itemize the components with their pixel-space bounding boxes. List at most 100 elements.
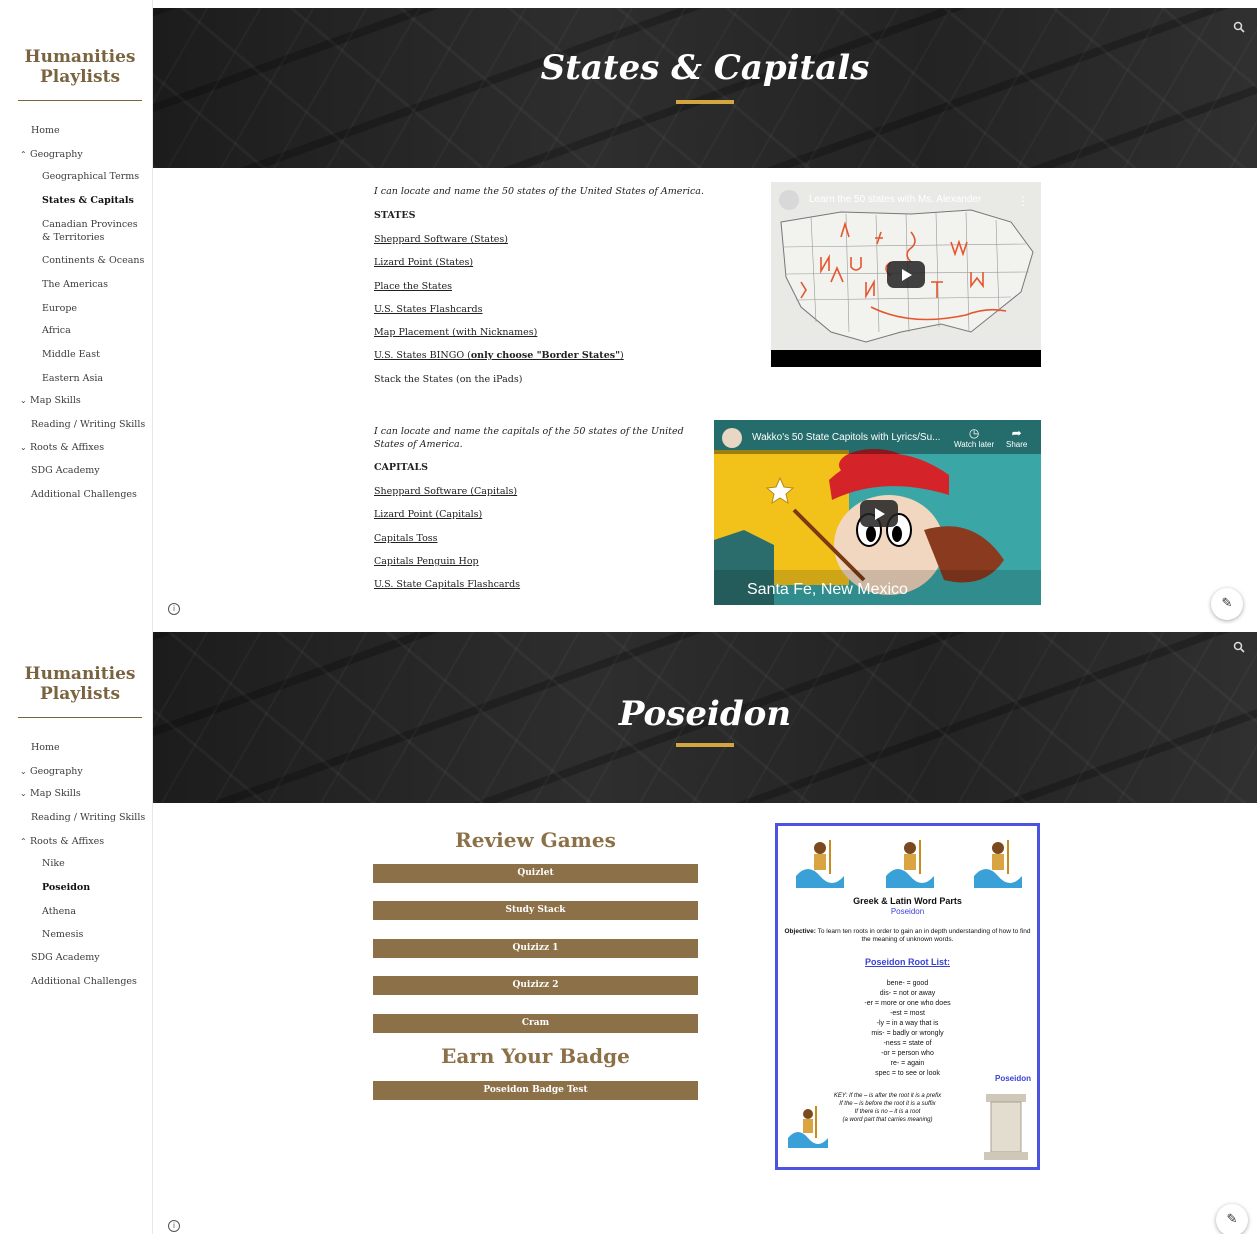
page-header-banner: States & Capitals xyxy=(153,8,1257,168)
capitals-heading: CAPITALS xyxy=(374,462,428,473)
chevron-up-icon[interactable]: ⌃ xyxy=(20,835,30,848)
nav-states-capitals[interactable]: States & Capitals xyxy=(42,194,147,207)
review-games-heading: Review Games xyxy=(455,828,616,852)
poseidon-root-list-poster: Greek & Latin Word Parts Poseidon Object… xyxy=(775,823,1040,1170)
info-icon[interactable]: i xyxy=(168,603,180,615)
quizizz-1-button[interactable]: Quizizz 1 xyxy=(373,939,698,958)
nav-poseidon[interactable]: Poseidon xyxy=(42,881,147,894)
nav-sdg-academy[interactable]: SDG Academy xyxy=(31,464,100,477)
link-states-flashcards[interactable]: U.S. States Flashcards xyxy=(374,304,482,315)
search-icon[interactable] xyxy=(1233,638,1249,654)
clock-icon: ◷ xyxy=(968,426,980,440)
share-icon: ➦ xyxy=(1011,426,1022,440)
chevron-up-icon[interactable]: ⌃ xyxy=(20,148,30,161)
poseidon-badge-test-button[interactable]: Poseidon Badge Test xyxy=(373,1081,698,1100)
page-title: States & Capitals xyxy=(540,48,870,88)
pencil-icon: ✎ xyxy=(1226,1212,1238,1227)
nav-home[interactable]: Home xyxy=(31,124,60,137)
channel-avatar[interactable] xyxy=(779,190,799,210)
study-stack-button[interactable]: Study Stack xyxy=(373,901,698,920)
page-title: Poseidon xyxy=(618,694,792,734)
poster-objective: Objective: To learn ten roots in order t… xyxy=(784,928,1031,943)
nav-geography[interactable]: ⌃ Geography xyxy=(20,148,83,161)
share-button[interactable]: ➦ Share xyxy=(1006,426,1027,449)
poster-subtitle: Poseidon xyxy=(890,907,925,916)
nav-athena[interactable]: Athena xyxy=(42,905,147,918)
nav-geography[interactable]: ⌄ Geography xyxy=(20,765,83,778)
poster-root-list-title: Poseidon Root List: xyxy=(865,957,950,967)
poster-root-list: bene- = good dis- = not or away -er = mo… xyxy=(864,980,951,1077)
nav-canadian-provinces[interactable]: Canadian Provinces & Territories xyxy=(42,218,147,244)
site-title[interactable]: Humanities Playlists xyxy=(18,47,142,87)
sidebar: Humanities Playlists Home ⌄ Geography ⌄ Ma… xyxy=(0,624,153,1234)
link-sheppard-capitals[interactable]: Sheppard Software (Capitals) xyxy=(374,486,517,497)
chevron-down-icon[interactable]: ⌄ xyxy=(20,787,30,800)
link-lizard-point-capitals[interactable]: Lizard Point (Capitals) xyxy=(374,509,482,520)
nav-geographical-terms[interactable]: Geographical Terms xyxy=(42,170,147,183)
earn-badge-heading: Earn Your Badge xyxy=(441,1044,630,1068)
nav-map-skills[interactable]: ⌄ Map Skills xyxy=(20,394,81,407)
chevron-down-icon[interactable]: ⌄ xyxy=(20,765,30,778)
nav-nike[interactable]: Nike xyxy=(42,857,147,870)
poster-key: KEY: If the – is after the root it is a … xyxy=(833,1093,942,1123)
sidebar: Humanities Playlists Home ⌃ Geography Geo… xyxy=(0,0,153,624)
edit-button[interactable]: ✎ xyxy=(1216,1204,1248,1234)
capitals-intro: I can locate and name the capitals of th… xyxy=(374,426,684,450)
nav-eastern-asia[interactable]: Eastern Asia xyxy=(42,372,147,385)
site-title-divider xyxy=(18,717,142,718)
link-capitals-toss[interactable]: Capitals Toss xyxy=(374,533,438,544)
page-header-banner: Poseidon xyxy=(153,632,1257,803)
quizizz-2-button[interactable]: Quizizz 2 xyxy=(373,976,698,995)
channel-avatar[interactable] xyxy=(722,428,742,448)
screen-poseidon: Humanities Playlists Home ⌄ Geography ⌄ Ma… xyxy=(0,624,1257,1234)
link-capitals-flashcards[interactable]: U.S. State Capitals Flashcards xyxy=(374,579,520,590)
more-icon[interactable]: ⋮ xyxy=(1017,194,1029,208)
info-icon[interactable]: i xyxy=(168,1220,180,1232)
link-map-placement[interactable]: Map Placement (with Nicknames) xyxy=(374,327,537,338)
nav-the-americas[interactable]: The Americas xyxy=(42,278,147,291)
video-wakko-capitols[interactable]: Wakko's 50 State Capitols with Lyrics/Su… xyxy=(714,420,1041,605)
nav-map-skills[interactable]: ⌄ Map Skills xyxy=(20,787,81,800)
stack-the-states-text: Stack the States (on the iPads) xyxy=(374,374,523,385)
play-icon[interactable] xyxy=(887,261,925,288)
video-title[interactable]: Wakko's 50 State Capitols with Lyrics/Su… xyxy=(752,432,940,443)
poster-title: Greek & Latin Word Parts xyxy=(853,896,962,906)
cram-button[interactable]: Cram xyxy=(373,1014,698,1033)
nav-africa[interactable]: Africa xyxy=(42,324,147,337)
nav-additional-challenges[interactable]: Additional Challenges xyxy=(31,975,137,988)
link-lizard-point-states[interactable]: Lizard Point (States) xyxy=(374,257,473,268)
pencil-icon: ✎ xyxy=(1221,596,1233,611)
poster-side-label: Poseidon xyxy=(994,1074,1031,1083)
nav-europe[interactable]: Europe xyxy=(42,302,147,315)
site-title[interactable]: Humanities Playlists xyxy=(18,664,142,704)
link-states-bingo[interactable]: U.S. States BINGO (only choose "Border S… xyxy=(374,350,624,361)
nav-roots-affixes[interactable]: ⌄ Roots & Affixes xyxy=(20,441,104,454)
states-intro: I can locate and name the 50 states of t… xyxy=(374,186,704,197)
screen-states-capitals: Humanities Playlists Home ⌃ Geography Geo… xyxy=(0,0,1257,624)
title-underline xyxy=(676,100,734,104)
edit-button[interactable]: ✎ xyxy=(1211,588,1243,620)
nav-additional-challenges[interactable]: Additional Challenges xyxy=(31,488,137,501)
chevron-down-icon[interactable]: ⌄ xyxy=(20,441,30,454)
video-title[interactable]: Learn the 50 states with Ms. Alexander xyxy=(809,194,981,205)
nav-nemesis[interactable]: Nemesis xyxy=(42,928,147,941)
nav-home[interactable]: Home xyxy=(31,741,60,754)
nav-sdg-academy[interactable]: SDG Academy xyxy=(31,951,100,964)
chevron-down-icon[interactable]: ⌄ xyxy=(20,394,30,407)
nav-reading-writing[interactable]: Reading / Writing Skills xyxy=(31,811,145,824)
title-underline xyxy=(676,743,734,747)
nav-continents-oceans[interactable]: Continents & Oceans xyxy=(42,254,147,267)
nav-reading-writing[interactable]: Reading / Writing Skills xyxy=(31,418,145,431)
nav-middle-east[interactable]: Middle East xyxy=(42,348,147,361)
site-title-divider xyxy=(18,100,142,101)
link-sheppard-states[interactable]: Sheppard Software (States) xyxy=(374,234,508,245)
quizlet-button[interactable]: Quizlet xyxy=(373,864,698,883)
video-caption: Santa Fe, New Mexico xyxy=(747,581,908,598)
watch-later-button[interactable]: ◷ Watch later xyxy=(954,426,994,449)
video-learn-50-states[interactable]: Learn the 50 states with Ms. Alexander ⋮ xyxy=(771,182,1041,367)
link-capitals-penguin-hop[interactable]: Capitals Penguin Hop xyxy=(374,556,479,567)
nav-roots-affixes[interactable]: ⌃ Roots & Affixes xyxy=(20,835,104,848)
link-place-the-states[interactable]: Place the States xyxy=(374,281,452,292)
play-icon[interactable] xyxy=(860,500,898,527)
search-icon[interactable] xyxy=(1233,18,1249,34)
